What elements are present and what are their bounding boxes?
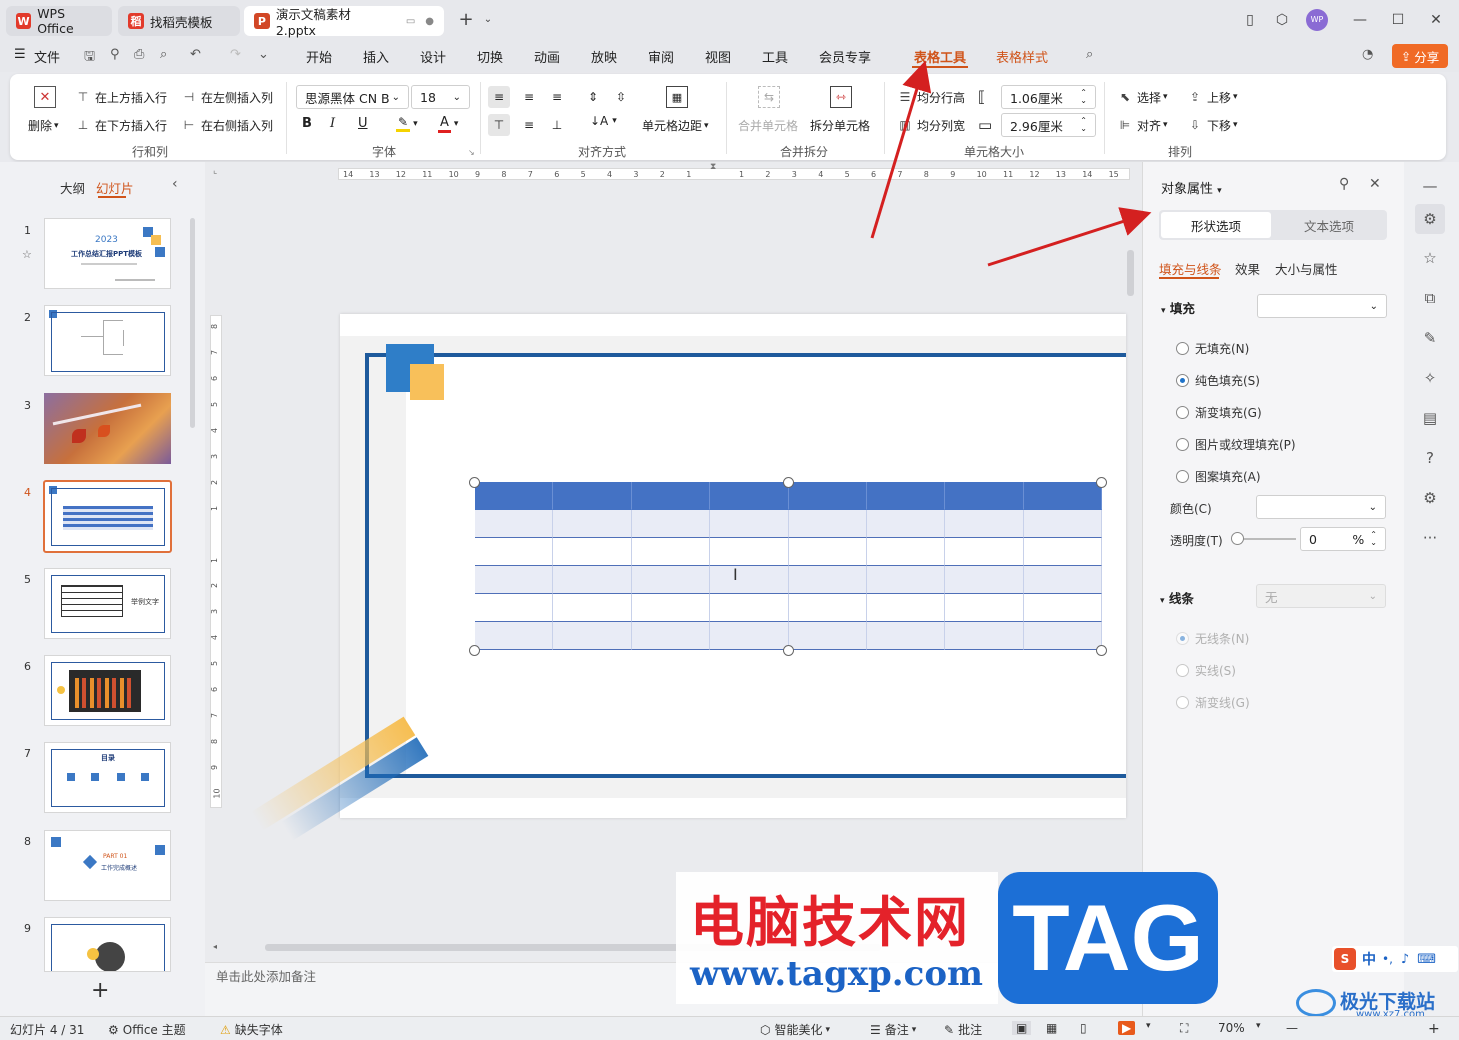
watermark-cn: 电脑技术网 [690,891,970,954]
beautify-label: 智能美化 [774,1023,823,1037]
comment-icon: ✎ [944,1022,955,1037]
slide-sorter-icon[interactable]: ▦ [1046,1021,1057,1035]
zoom-level[interactable]: 70% [1218,1021,1245,1035]
zoom-in-icon[interactable]: + [1428,1021,1440,1037]
watermark-tag: TAG [998,872,1218,1004]
beautify-icon: ⬡ [760,1022,771,1037]
chevron-down-icon[interactable]: ▾ [1256,1021,1261,1031]
theme-indicator[interactable]: ⚙ Office 主题 [108,1021,186,1038]
play-slideshow-icon[interactable]: ▶ [1118,1021,1136,1035]
missing-font-label: 缺失字体 [234,1023,283,1037]
missing-font-indicator[interactable]: ⚠ 缺失字体 [220,1021,283,1038]
sogou-ime-icon: S [1334,948,1356,970]
warning-icon: ⚠ [220,1022,231,1037]
watermark-tag-text: TAG [1012,885,1204,990]
ime-toolbar[interactable]: S 中 •, ♪ ⌨ [1332,946,1458,972]
chevron-down-icon[interactable]: ▾ [1146,1021,1151,1031]
chevron-down-icon: ▾ [911,1024,917,1035]
watermark-box: 电脑技术网 www.tagxp.com [676,872,998,1004]
reading-view-icon[interactable]: ▯ [1080,1021,1087,1035]
microphone-icon: ♪ [1400,951,1410,967]
comments-label: 批注 [958,1023,983,1037]
theme-icon: ⚙ [108,1022,119,1037]
zoom-out-icon[interactable]: — [1286,1021,1298,1035]
keyboard-icon: ⌨ [1417,951,1436,967]
theme-label: Office 主题 [122,1023,186,1037]
smart-beautify-button[interactable]: ⬡ 智能美化 ▾ [760,1021,830,1038]
site-logo-icon [1296,989,1336,1017]
slide-counter[interactable]: 幻灯片 4 / 31 [10,1021,84,1038]
notes-label: 备注 [884,1023,909,1037]
annotation-arrow [987,207,1152,267]
comments-button[interactable]: ✎ 批注 [944,1021,982,1038]
chevron-down-icon: ▾ [825,1024,831,1035]
notes-icon: ☰ [870,1022,881,1037]
status-bar: 幻灯片 4 / 31 ⚙ Office 主题 ⚠ 缺失字体 ⬡ 智能美化 ▾ ☰ 备注 ▾ … [0,1016,1459,1040]
ime-mode: 中 [1362,952,1376,968]
watermark-url: www.tagxp.com [690,954,983,994]
normal-view-icon[interactable]: ▣ [1012,1021,1032,1035]
annotation-arrow [870,60,932,239]
notes-toggle-button[interactable]: ☰ 备注 ▾ [870,1021,916,1038]
punctuation-icon: •, [1382,952,1393,966]
fit-window-icon[interactable]: ⛶ [1180,1021,1188,1036]
